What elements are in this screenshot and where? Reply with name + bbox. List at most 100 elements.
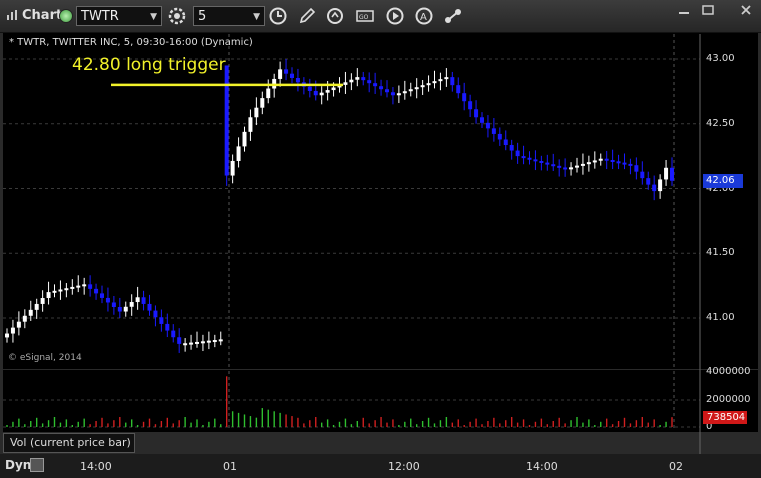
candle-body: [592, 160, 597, 163]
candle-body: [278, 69, 283, 79]
volume-tick-label: 4000000: [706, 366, 751, 377]
dynamic-mode-button[interactable]: [30, 458, 44, 472]
candle-body: [200, 341, 205, 344]
candle-body: [331, 87, 336, 91]
candle-body: [236, 146, 241, 161]
price-tick-label: 41.00: [706, 312, 735, 323]
price-tick-label: 41.50: [706, 247, 735, 258]
candle-body: [414, 87, 419, 90]
candle-body: [117, 306, 122, 312]
candle-body: [76, 285, 81, 288]
candle-body: [218, 339, 223, 342]
candle-body: [22, 315, 27, 322]
candle-body: [230, 160, 235, 176]
candle-body: [385, 89, 389, 93]
copyright-label: © eSignal, 2014: [8, 353, 82, 363]
candle-body: [165, 323, 170, 331]
candle-body: [206, 340, 211, 343]
candle-body: [462, 93, 467, 102]
candle-body: [527, 157, 532, 160]
price-tick-label: 42.50: [706, 118, 735, 129]
candle-body: [586, 162, 591, 165]
candle-body: [343, 82, 348, 85]
dynamic-mode-label: Dyn: [5, 458, 32, 472]
candle-body: [171, 330, 176, 338]
candle-body: [248, 117, 253, 132]
candle-body: [426, 83, 431, 86]
candle-body: [396, 93, 401, 96]
candle-body: [646, 178, 651, 185]
candle-body: [616, 161, 621, 164]
candle-body: [634, 165, 639, 172]
candle-body: [295, 77, 300, 83]
time-tick-label: 14:00: [526, 460, 558, 473]
candle-body: [64, 288, 69, 291]
candle-body: [402, 91, 407, 94]
candle-body: [212, 340, 217, 343]
candle-body: [497, 133, 502, 140]
current-volume-marker: 738504: [703, 411, 747, 424]
candle-body: [100, 293, 104, 298]
candle-body: [70, 286, 75, 289]
candle-body: [313, 90, 318, 96]
volume-tick-label: 2000000: [706, 394, 751, 405]
candle-body: [598, 158, 603, 161]
candle-body: [28, 309, 33, 316]
candle-body: [539, 160, 544, 163]
candle-body: [10, 327, 15, 334]
candle-body: [628, 163, 633, 166]
candle-body: [105, 297, 110, 303]
candle-body: [450, 77, 455, 86]
time-axis[interactable]: [0, 454, 761, 478]
candle-body: [355, 77, 360, 80]
candle-body: [533, 159, 538, 162]
candle-body: [509, 145, 514, 151]
candle-body: [580, 163, 585, 166]
candle-body: [373, 83, 378, 87]
candle-body: [242, 131, 247, 147]
candle-body: [545, 162, 550, 165]
candle-body: [183, 343, 188, 346]
candle-body: [129, 302, 134, 307]
candle-body: [515, 150, 520, 157]
candle-body: [468, 101, 473, 110]
candle-body: [652, 184, 657, 192]
candle-body: [46, 292, 51, 299]
candle-body: [260, 98, 265, 108]
candle-body: [438, 79, 443, 82]
time-tick-label: 02: [669, 460, 683, 473]
candle-body: [367, 80, 372, 84]
candle-body: [52, 290, 57, 293]
candle-body: [563, 167, 568, 170]
candle-body: [254, 107, 259, 118]
candle-body: [284, 69, 289, 74]
candle-body: [82, 284, 87, 287]
chart-symbol-title: * TWTR, TWITTER INC, 5, 09:30-16:00 (Dyn…: [9, 37, 253, 48]
candle-body: [474, 109, 479, 118]
long-trigger-annotation: 42.80 long trigger: [72, 55, 226, 75]
candle-body: [307, 86, 312, 91]
volume-legend[interactable]: Vol (current price bar): [3, 433, 135, 453]
candle-body: [569, 167, 574, 170]
time-tick-label: 12:00: [388, 460, 420, 473]
candle-body: [319, 92, 324, 96]
time-tick-label: 01: [223, 460, 237, 473]
candle-body: [34, 303, 39, 310]
candle-body: [189, 342, 194, 345]
candle-body: [141, 297, 146, 304]
candle-body: [408, 89, 413, 92]
candle-body: [432, 81, 437, 84]
candle-body: [503, 139, 508, 146]
candle-body: [123, 306, 128, 312]
candle-body: [153, 310, 158, 318]
candle-body: [521, 156, 526, 159]
candle-body: [622, 162, 627, 165]
candle-body: [40, 298, 45, 304]
candle-body: [379, 86, 384, 90]
candle-body: [195, 341, 199, 344]
candle-body: [111, 302, 116, 307]
candle-body: [575, 165, 579, 168]
candle-body: [159, 317, 164, 324]
time-tick-label: 14:00: [80, 460, 112, 473]
candle-body: [480, 117, 484, 123]
